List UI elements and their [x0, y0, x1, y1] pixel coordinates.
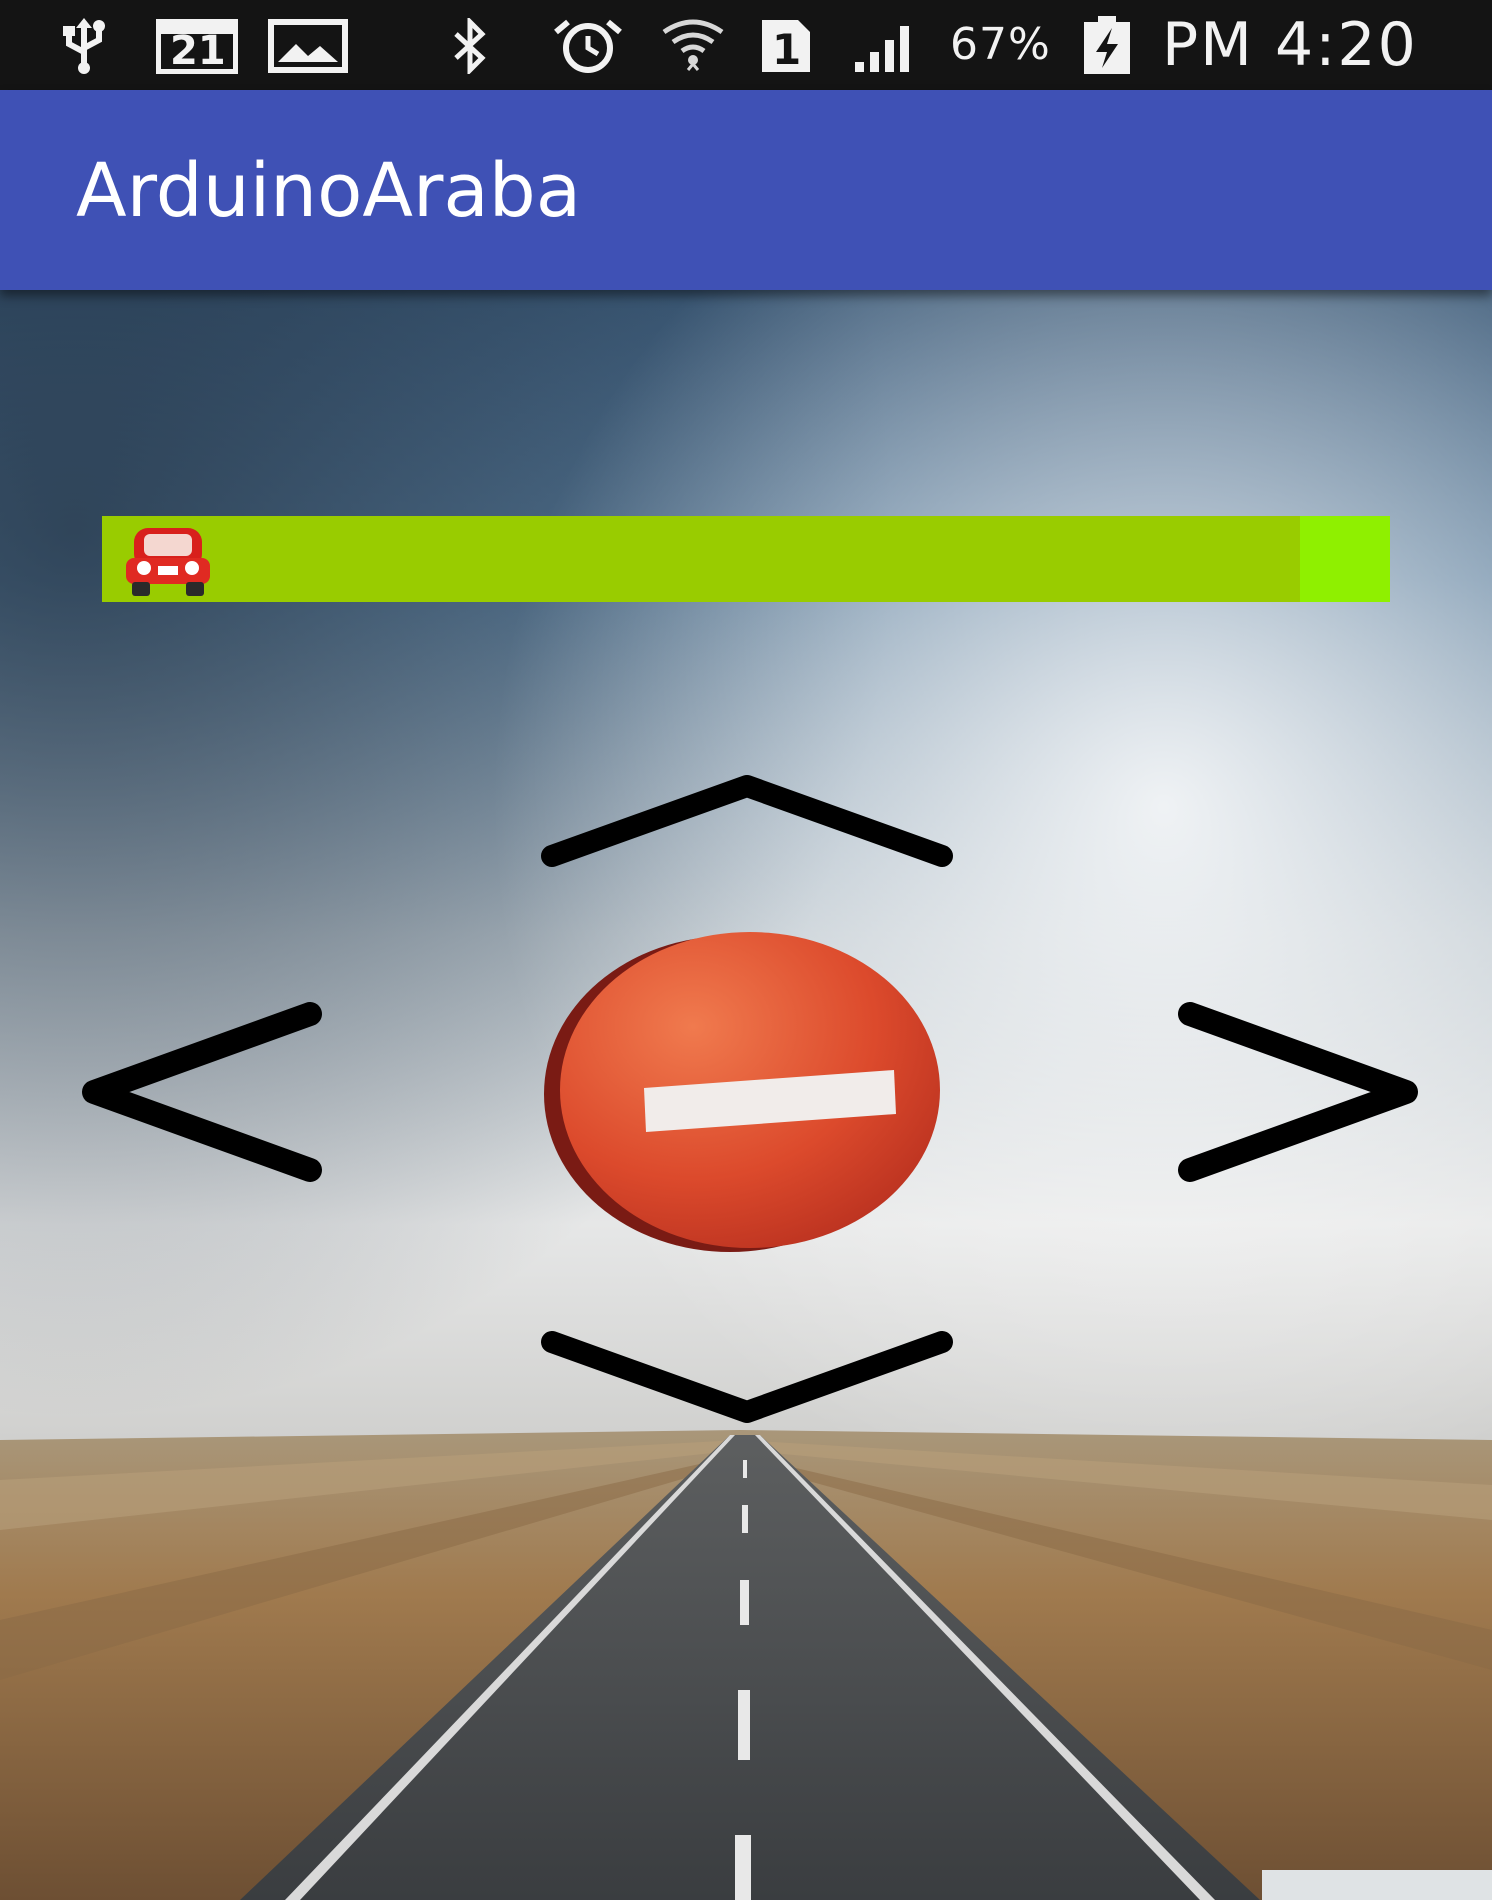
sim-number-text: 1: [772, 25, 802, 74]
speed-seekbar-progress: [102, 516, 1300, 602]
speed-seekbar[interactable]: [102, 516, 1390, 602]
chevron-up-icon: [541, 775, 953, 867]
app-screen: 21 1 67% PM 4:20 ArduinoAraba: [0, 0, 1492, 1900]
battery-charging-icon: [1080, 16, 1134, 74]
usb-icon: [56, 18, 112, 74]
chevron-right-icon: [1178, 1002, 1418, 1182]
chevron-down-icon: [541, 1331, 953, 1423]
chevron-left-icon: [82, 1002, 322, 1182]
action-bar: ArduinoAraba: [0, 90, 1492, 290]
speed-seekbar-remainder: [1300, 516, 1390, 602]
red-car-icon[interactable]: [120, 520, 216, 600]
backward-button[interactable]: [540, 1322, 954, 1432]
gallery-icon: [268, 18, 348, 74]
signal-icon: [850, 18, 922, 74]
alarm-icon: [548, 18, 628, 74]
status-bar: 21 1 67% PM 4:20: [0, 0, 1492, 90]
battery-percent-text: 67%: [950, 19, 1051, 70]
wifi-icon: [660, 18, 726, 74]
clock-text: PM 4:20: [1162, 10, 1418, 80]
right-button[interactable]: [1160, 1000, 1420, 1184]
calendar-day-text: 21: [170, 28, 226, 74]
app-title: ArduinoAraba: [76, 148, 582, 234]
bluetooth-icon: [448, 18, 492, 74]
forward-button[interactable]: [540, 770, 954, 880]
stop-sign-icon: [544, 932, 940, 1252]
left-button[interactable]: [80, 1000, 340, 1184]
stop-button[interactable]: [534, 926, 954, 1256]
